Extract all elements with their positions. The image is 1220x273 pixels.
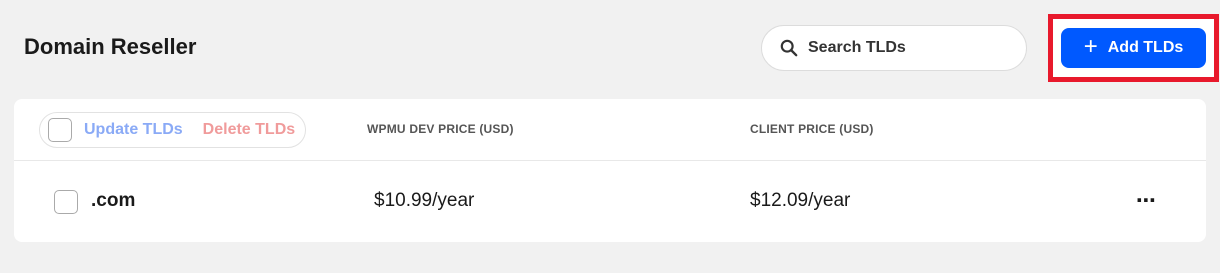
add-tlds-label: Add TLDs [1107, 39, 1184, 56]
page-title: Domain Reseller [24, 34, 197, 59]
column-header-wpmu-price: WPMU DEV PRICE (USD) [367, 122, 514, 136]
wpmu-price: $10.99/year [374, 190, 475, 211]
table-row: .com $10.99/year $12.09/year ⋯ [14, 161, 1206, 242]
client-price: $12.09/year [750, 190, 851, 211]
column-header-client-price: CLIENT PRICE (USD) [750, 122, 874, 136]
tld-table: Update TLDs Delete TLDs WPMU DEV PRICE (… [14, 99, 1206, 242]
select-all-checkbox[interactable] [48, 118, 72, 142]
search-icon [780, 39, 798, 57]
update-tlds-button[interactable]: Update TLDs [84, 121, 183, 139]
search-box[interactable] [761, 25, 1027, 71]
bulk-actions: Update TLDs Delete TLDs [39, 112, 306, 148]
more-options-icon[interactable]: ⋯ [1134, 183, 1158, 219]
tld-name: .com [91, 190, 136, 211]
add-tlds-button[interactable]: + Add TLDs [1061, 28, 1206, 68]
delete-tlds-button[interactable]: Delete TLDs [203, 121, 295, 139]
table-header: Update TLDs Delete TLDs WPMU DEV PRICE (… [14, 99, 1206, 161]
search-input[interactable] [808, 39, 1008, 57]
page-header: Domain Reseller + Add TLDs [0, 0, 1220, 96]
row-checkbox[interactable] [54, 190, 78, 214]
plus-icon: + [1083, 33, 1098, 60]
